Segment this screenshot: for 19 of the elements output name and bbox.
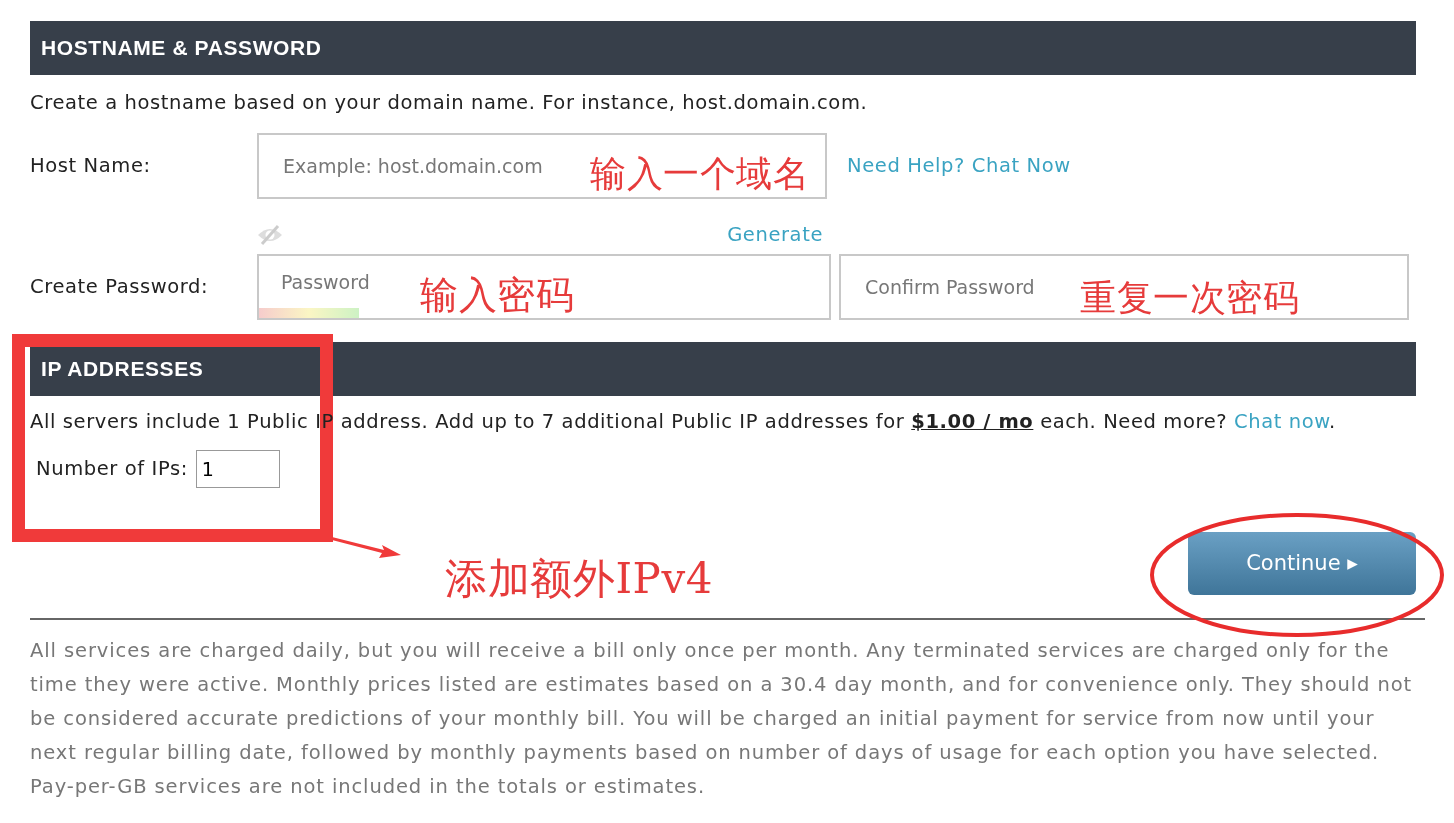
generate-link[interactable]: Generate — [727, 220, 823, 250]
annotation-text: 重复一次密码 — [1080, 280, 1300, 316]
annotation-text: 输入一个域名 — [590, 156, 810, 192]
section-header: IP ADDRESSES — [30, 342, 1416, 396]
hide-password-icon[interactable] — [257, 225, 283, 245]
field-label: Create Password: — [30, 274, 210, 301]
billing-note: All services are charged daily, but you will receive a bill only once per month. Any terminated services are charged only for the time they were active. Monthly prices listed are estimates based on a 30.4 day month, and for convenience only. They should not be considered accurate predictions of your monthly bill. You will be charged an initial payment for service from now until your next regular billing date, followed by monthly payments based on number of days of usage for each option you have selected. Pay-per-GB services are not included in the totals or estimates. — [30, 638, 1414, 800]
field-label: Number of IPs: — [36, 456, 188, 483]
annotation-text: 输入密码 — [420, 276, 575, 314]
punctuation-text: . — [1329, 410, 1336, 433]
number-of-ips-field[interactable]: 1 — [195, 450, 280, 488]
description-text: Create a hostname based on your domain name. For instance, host.domain.com. — [30, 91, 869, 115]
arrow-icon — [332, 534, 402, 560]
field-label: Host Name: — [30, 153, 152, 180]
chat-link[interactable]: Need Help? Chat Now — [843, 151, 1071, 181]
annotation-text: 添加额外IPv4 — [445, 558, 714, 600]
section-header: HOSTNAME & PASSWORD — [30, 21, 1416, 75]
continue-button[interactable]: Continue ▸ — [1188, 532, 1416, 595]
chat-link[interactable]: Chat now — [1234, 410, 1330, 433]
